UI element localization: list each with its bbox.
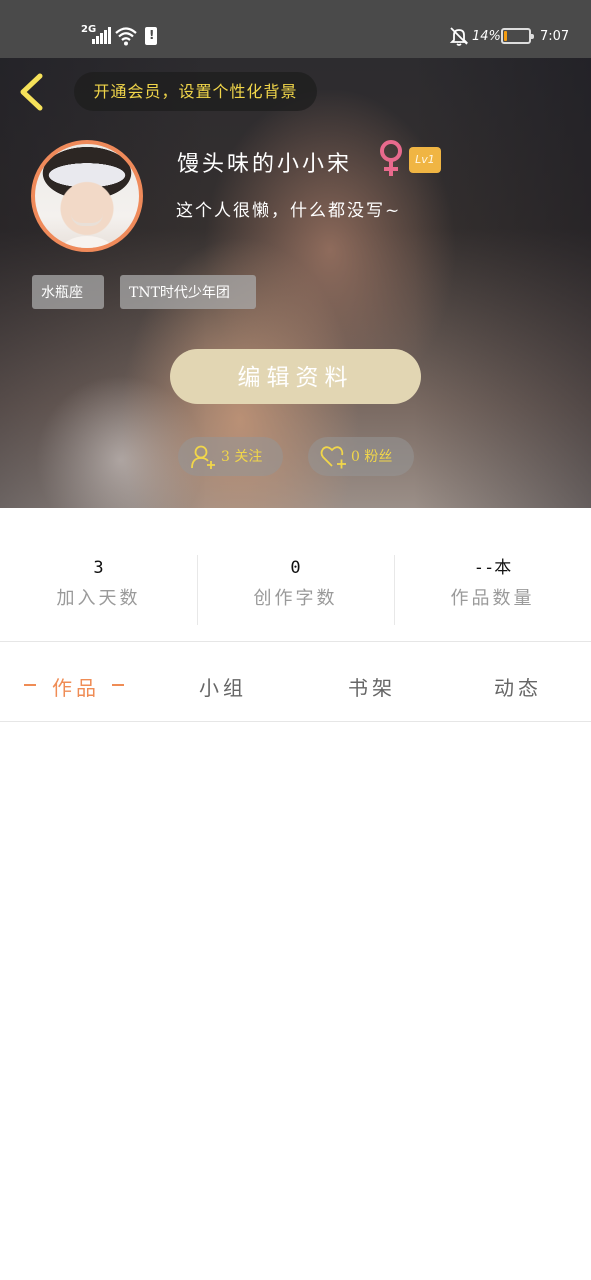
clock: 7:07 [540, 29, 570, 44]
tab-activity[interactable]: 动态 [494, 672, 542, 701]
stats-panel: 3 加入天数 0 创作字数 --本 作品数量 [0, 508, 591, 641]
edit-profile-button[interactable]: 编辑资料 [170, 349, 421, 404]
tag-fandom[interactable]: TNT时代少年团 [120, 275, 256, 309]
mute-bell-icon [449, 27, 469, 46]
following-label: 3 关注 [221, 449, 263, 465]
following-button[interactable]: 3 关注 [178, 437, 283, 476]
battery-level-fill [504, 31, 507, 41]
fans-button[interactable]: 0 粉丝 [308, 437, 414, 476]
female-icon [380, 140, 402, 176]
fans-label: 0 粉丝 [351, 449, 393, 465]
active-tab-indicator [112, 684, 124, 686]
tab-works[interactable]: 作品 [52, 672, 100, 701]
nickname: 馒头味的小小宋 [177, 152, 353, 177]
tab-bookshelf[interactable]: 书架 [348, 672, 396, 701]
stat-words-written: 0 创作字数 [197, 556, 394, 610]
tab-groups[interactable]: 小组 [199, 672, 247, 701]
tag-zodiac[interactable]: 水瓶座 [32, 275, 104, 309]
notification-icon [145, 27, 157, 45]
bio: 这个人很懒，什么都没写~ [176, 201, 402, 221]
add-user-icon [191, 445, 215, 469]
stat-label: 创作字数 [253, 588, 338, 609]
signal-icon [92, 27, 112, 44]
stat-days-joined: 3 加入天数 [0, 556, 197, 610]
chevron-left-icon[interactable] [14, 70, 50, 114]
avatar[interactable] [31, 140, 143, 252]
wifi-icon [115, 27, 137, 46]
level-badge: Lv1 [409, 147, 441, 173]
battery-percent: 14% [472, 29, 501, 44]
vip-banner[interactable]: 开通会员，设置个性化背景 [74, 72, 317, 111]
status-bar: 2G 14% 7:07 [0, 0, 591, 58]
heart-plus-icon [320, 446, 346, 469]
tab-content-area [0, 722, 591, 1280]
stat-value: 3 [93, 558, 104, 578]
stat-value: 0 [290, 558, 301, 578]
tab-bar: 作品 小组 书架 动态 [0, 642, 591, 722]
stat-value: --本 [473, 558, 512, 578]
stat-works-count: --本 作品数量 [394, 556, 591, 610]
battery-icon [501, 28, 534, 44]
stat-label: 作品数量 [450, 588, 535, 609]
active-tab-indicator [24, 684, 36, 686]
stat-label: 加入天数 [56, 588, 141, 609]
